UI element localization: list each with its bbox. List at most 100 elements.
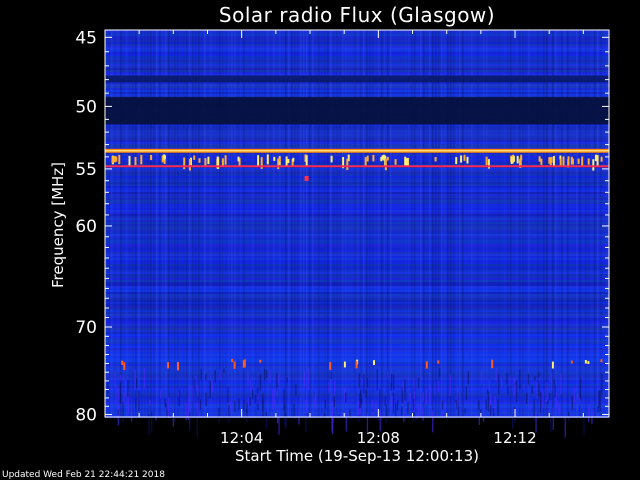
speckle [247,369,249,386]
speckle [338,414,341,419]
speckle [420,405,422,410]
texture-column [240,30,242,417]
texture-column [312,30,314,417]
texture-column [135,30,137,417]
texture-column [147,30,149,417]
texture-column [303,30,305,417]
texture-column [300,30,302,417]
texture-column [405,30,407,417]
speckle [271,411,273,417]
speckle [349,409,351,420]
speckle [429,384,431,403]
texture-column [474,30,476,417]
speckle [422,406,424,421]
texture-column [183,30,185,417]
texture-column [432,30,434,417]
texture-column [237,30,239,417]
texture-column [171,30,173,417]
speckle [127,379,129,397]
speckle [223,368,225,373]
speckle [199,399,201,410]
burst [115,156,118,162]
texture-column [288,30,290,417]
texture-column [258,30,260,417]
speckle [526,392,528,404]
texture-column [126,30,128,417]
speckle [272,389,274,410]
texture-column [330,30,332,417]
burst [162,154,165,161]
speckle [243,399,245,412]
texture-column [111,30,113,417]
speckle [486,389,489,394]
texture-column [144,30,146,417]
burst [198,158,201,163]
texture-column [360,30,362,417]
speckle [332,401,334,419]
texture-column [207,30,209,417]
texture-column [192,30,194,417]
y-tick-label: 55 [75,160,97,180]
speckle [413,378,415,399]
speckle [160,390,162,399]
burst [372,154,375,162]
texture-column [576,30,578,417]
speckle [188,398,190,418]
burst [406,157,409,167]
speckle [284,404,286,426]
texture-column [276,30,278,417]
speckle [507,385,509,395]
texture-column [297,30,299,417]
speckle [542,389,544,409]
x-tick-label: 12:04 [220,429,263,447]
burst [355,361,358,369]
speckle [578,397,581,406]
speckle [134,369,136,391]
emission-line-core [105,150,609,152]
texture-column [336,30,338,417]
texture-column [186,30,188,417]
texture-column [324,30,326,417]
texture-column [165,30,167,417]
speckle [200,369,202,381]
speckle [276,404,279,424]
speckle [512,415,514,429]
burst [285,156,288,167]
speckle [324,399,327,409]
burst [382,154,385,161]
speckle [480,370,483,385]
burst [193,155,196,160]
burst [305,155,308,167]
speckle [211,380,213,393]
texture-column [486,30,488,417]
texture-column [156,30,158,417]
speckle [571,395,573,410]
burst [177,362,179,371]
texture-column [219,30,221,417]
speckle [124,380,127,397]
texture-column [327,30,329,417]
speckle [495,369,497,382]
texture-column [249,30,251,417]
texture-column [402,30,404,417]
burst [277,158,280,170]
speckle [334,380,336,395]
speckle [228,405,230,423]
speckle [498,373,500,395]
speckle [449,375,451,396]
texture-column [117,30,119,417]
speckle [118,388,120,401]
speckle [366,377,369,387]
burst [434,157,437,162]
burst [587,361,590,364]
burst [460,155,463,163]
burst [559,158,562,166]
texture-column [552,30,554,417]
texture-column [210,30,212,417]
speckle [465,386,467,400]
speckle [516,380,518,403]
speckle [434,381,436,395]
speckle [454,402,457,409]
speckle [488,379,490,391]
burst [140,154,143,165]
